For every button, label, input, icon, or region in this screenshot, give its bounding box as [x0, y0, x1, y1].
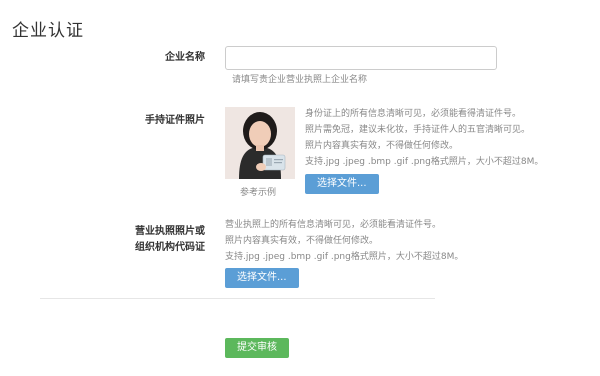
section-divider	[40, 298, 435, 299]
id-photo-choose-file-button[interactable]: 选择文件...	[305, 174, 379, 194]
sample-id-photo	[225, 107, 295, 179]
license-label-line-2: 组织机构代码证	[135, 242, 205, 253]
id-photo-instruction-3: 照片内容真实有效，不得做任何修改。	[305, 141, 459, 151]
license-instruction-3: 支持.jpg .jpeg .bmp .gif .png格式照片，大小不超过8M。	[225, 252, 464, 262]
sample-caption: 参考示例	[240, 188, 277, 198]
id-photo-instruction-2: 照片需免冠，建议未化妆，手持证件人的五官清晰可见。	[305, 125, 531, 135]
id-photo-label: 手持证件照片	[145, 115, 205, 126]
license-label-line-1: 营业执照照片或	[135, 226, 205, 237]
license-instruction-1: 营业执照上的所有信息清晰可见，必须能看清证件号。	[225, 220, 442, 230]
company-name-label: 企业名称	[165, 52, 205, 63]
sample-person-image	[225, 107, 295, 179]
company-name-hint: 请填写贵企业营业执照上企业名称	[232, 75, 368, 85]
license-choose-file-button[interactable]: 选择文件...	[225, 268, 299, 288]
company-name-input[interactable]	[225, 46, 497, 70]
id-photo-instruction-1: 身份证上的所有信息清晰可见，必须能看得清证件号。	[305, 109, 522, 119]
page-title: 企业认证	[12, 21, 84, 41]
submit-review-button[interactable]: 提交审核	[225, 338, 289, 358]
id-photo-instruction-4: 支持.jpg .jpeg .bmp .gif .png格式照片，大小不超过8M。	[305, 157, 544, 167]
license-instruction-2: 照片内容真实有效，不得做任何修改。	[225, 236, 379, 246]
